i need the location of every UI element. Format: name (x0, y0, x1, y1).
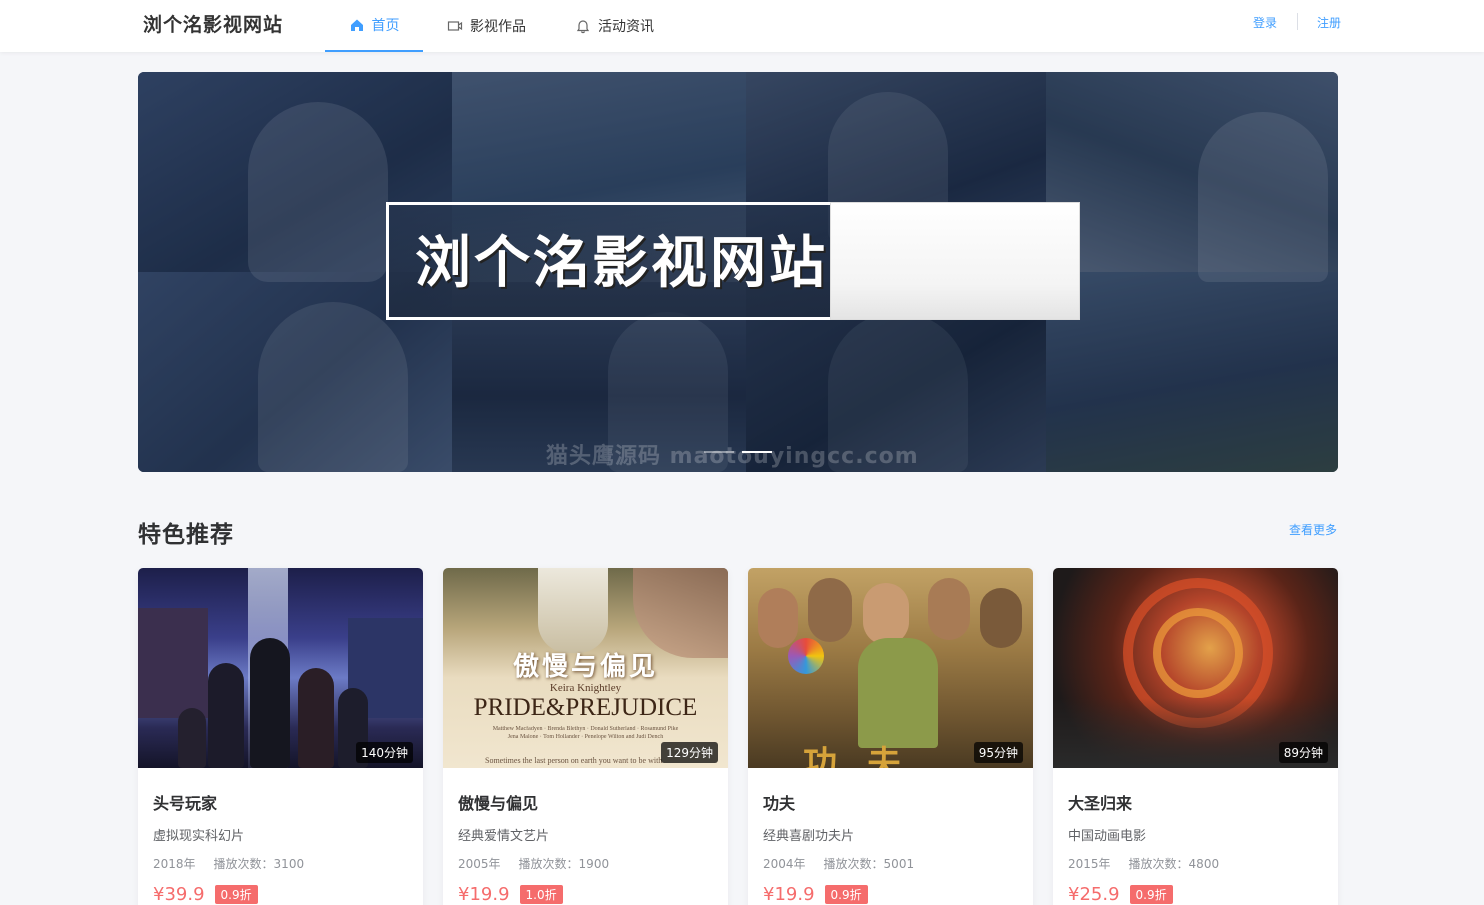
login-link[interactable]: 登录 (1253, 0, 1277, 44)
lollipop-icon (788, 638, 824, 674)
poster-face (758, 588, 798, 648)
movie-plays: 播放次数：3100 (213, 857, 305, 871)
carousel-dot[interactable] (704, 451, 734, 453)
banner-title: 浏个洺影视网站 (415, 230, 828, 296)
hero-carousel[interactable]: 浏个洺影视网站 猫头鹰源码 maotouyingcc.com (138, 72, 1338, 472)
poster-swirl (1153, 608, 1243, 698)
movie-title: 头号玩家 (153, 794, 218, 813)
movie-price: ¥25.9 (1068, 884, 1120, 905)
movie-price: ¥19.9 (458, 884, 510, 905)
movie-price: ¥39.9 (153, 884, 205, 905)
movie-plays: 播放次数：4800 (1128, 857, 1220, 871)
poster-figure (858, 638, 938, 748)
movie-poster: 傲慢与偏见 Keira Knightley PRIDE&PREJUDICE Ma… (443, 568, 728, 768)
movie-card[interactable]: 140分钟 头号玩家 虚拟现实科幻片 2018年 播放次数：3100 ¥39.9… (138, 568, 423, 905)
movie-meta: 2015年 播放次数：4800 (1068, 855, 1219, 872)
duration-badge: 89分钟 (1278, 742, 1328, 763)
sign-dark-panel: 浏个洺影视网站 (386, 202, 832, 320)
movie-year: 2018年 (153, 857, 196, 871)
movie-meta: 2005年 播放次数：1900 (458, 855, 609, 872)
poster-cn-title: 傲慢与偏见 (512, 652, 658, 682)
movie-price-row: ¥25.9 0.9折 (1068, 884, 1173, 905)
poster-building (138, 608, 208, 718)
duration-badge: 129分钟 (661, 742, 718, 763)
movie-plays: 播放次数：5001 (823, 857, 915, 871)
nav-news-label: 活动资讯 (598, 19, 654, 35)
movie-price-row: ¥39.9 0.9折 (153, 884, 258, 905)
discount-badge: 1.0折 (519, 885, 563, 904)
movie-card[interactable]: 89分钟 大圣归来 中国动画电影 2015年 播放次数：4800 ¥25.9 0… (1053, 568, 1338, 905)
auth-divider (1297, 13, 1298, 30)
movie-plays: 播放次数：1900 (518, 857, 610, 871)
carousel-indicators (704, 451, 772, 453)
nav-works-label: 影视作品 (470, 19, 526, 35)
movie-price-row: ¥19.9 0.9折 (763, 884, 868, 905)
movie-card[interactable]: 功夫 95分钟 功夫 经典喜剧功夫片 2004年 播放次数：5001 ¥19.9… (748, 568, 1033, 905)
movie-year: 2015年 (1068, 857, 1111, 871)
movie-poster: 140分钟 (138, 568, 423, 768)
poster-face (863, 583, 909, 645)
poster-figure (633, 568, 728, 658)
poster-figure (298, 668, 334, 768)
poster-cn-title: 功夫 (803, 744, 931, 768)
movie-title: 傲慢与偏见 (458, 794, 539, 813)
movie-meta: 2004年 播放次数：5001 (763, 855, 914, 872)
poster-figure (178, 708, 206, 768)
movie-price-row: ¥19.9 1.0折 (458, 884, 563, 905)
discount-badge: 0.9折 (824, 885, 868, 904)
sign-white-panel (830, 202, 1080, 320)
nav-news[interactable]: 活动资讯 (575, 0, 654, 52)
movie-desc: 经典爱情文艺片 (458, 829, 550, 844)
movie-title: 大圣归来 (1068, 794, 1133, 813)
poster-face (928, 578, 970, 640)
movie-meta: 2018年 播放次数：3100 (153, 855, 304, 872)
poster-cast: Matthew Macfadyen · Brenda Blethyn · Don… (492, 726, 679, 732)
movie-card[interactable]: 傲慢与偏见 Keira Knightley PRIDE&PREJUDICE Ma… (443, 568, 728, 905)
banner-watermark: 猫头鹰源码 maotouyingcc.com (546, 444, 919, 469)
nav-home[interactable]: 首页 (325, 0, 423, 52)
poster-figure (250, 638, 290, 768)
poster-figure (538, 568, 608, 653)
poster-tagline: Sometimes the last person on earth you w… (485, 756, 663, 765)
video-camera-icon (447, 21, 463, 31)
duration-badge: 140分钟 (356, 742, 413, 763)
movie-price: ¥19.9 (763, 884, 815, 905)
banner-search-sign: 浏个洺影视网站 (386, 202, 1080, 320)
nav-home-label: 首页 (371, 18, 400, 34)
view-more-link[interactable]: 查看更多 (1289, 521, 1337, 538)
poster-actor: Keira Knightley (549, 682, 622, 694)
poster-cast-2: Jena Malone · Tom Hollander · Penelope W… (507, 734, 664, 740)
nav-works[interactable]: 影视作品 (447, 0, 526, 52)
poster-face (980, 588, 1022, 648)
movie-desc: 经典喜剧功夫片 (763, 829, 855, 844)
carousel-dot-active[interactable] (742, 451, 772, 453)
poster-face (808, 578, 852, 642)
register-link[interactable]: 注册 (1317, 0, 1341, 44)
poster-en-title: PRIDE&PREJUDICE (473, 694, 698, 721)
movie-year: 2005年 (458, 857, 501, 871)
section-title: 特色推荐 (138, 522, 234, 548)
duration-badge: 95分钟 (973, 742, 1023, 763)
movie-desc: 虚拟现实科幻片 (153, 829, 245, 844)
poster-figure (208, 663, 244, 768)
movie-poster: 89分钟 (1053, 568, 1338, 768)
top-navbar: 浏个洺影视网站 首页 影视作品 活动资讯 登录 注册 (0, 0, 1484, 52)
discount-badge: 0.9折 (214, 885, 258, 904)
bell-icon (576, 20, 590, 34)
movie-year: 2004年 (763, 857, 806, 871)
discount-badge: 0.9折 (1129, 885, 1173, 904)
movie-poster: 功夫 95分钟 (748, 568, 1033, 768)
site-logo[interactable]: 浏个洺影视网站 (143, 10, 283, 37)
home-icon (350, 19, 363, 31)
movie-desc: 中国动画电影 (1068, 829, 1147, 844)
movie-title: 功夫 (763, 794, 796, 813)
